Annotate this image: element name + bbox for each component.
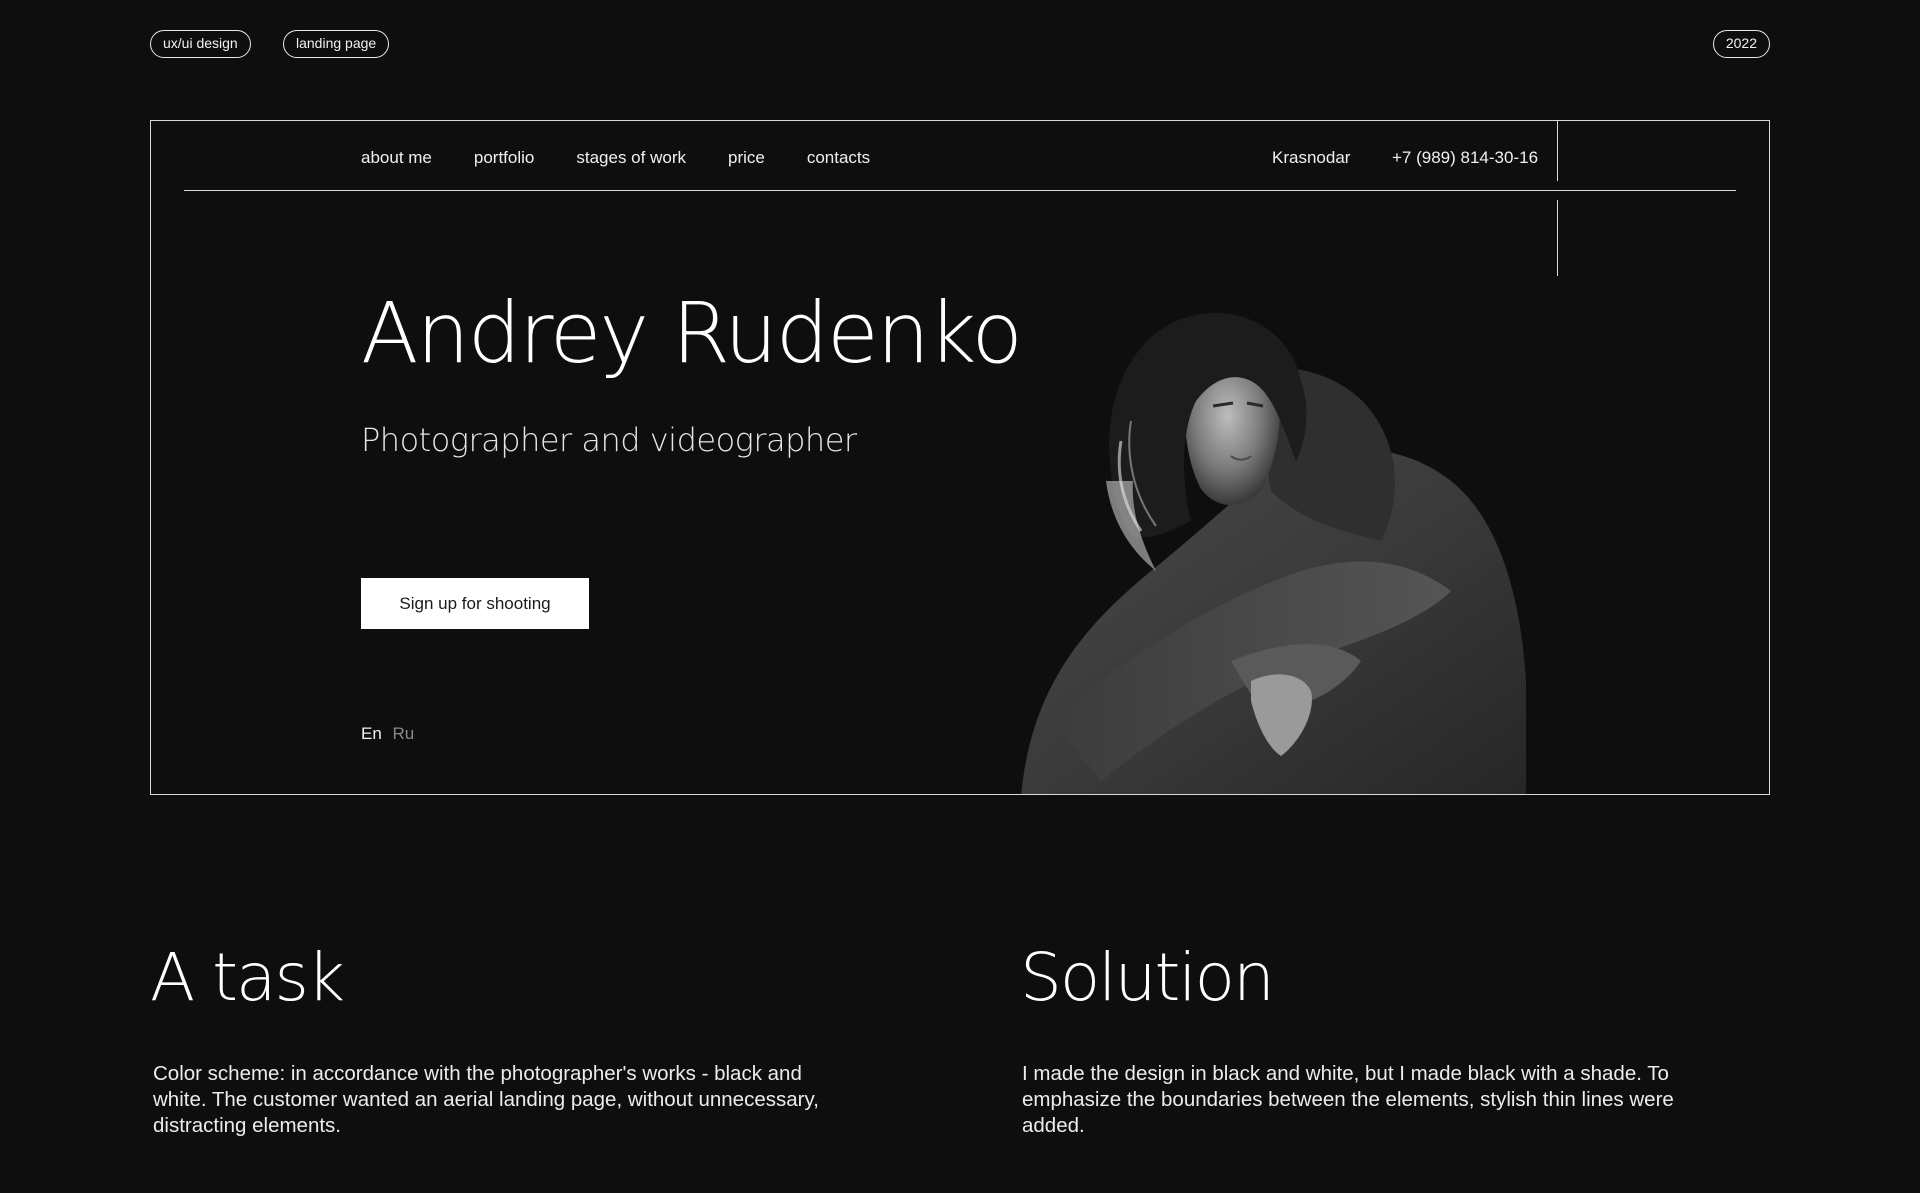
nav-item-price[interactable]: price — [728, 146, 765, 170]
lang-en-option[interactable]: En — [361, 724, 382, 743]
language-switcher: En Ru — [361, 724, 414, 744]
solution-text: I made the design in black and white, bu… — [1022, 1062, 1674, 1137]
page: ux/ui design landing page 2022 about me … — [0, 0, 1920, 1193]
nav-item-portfolio[interactable]: portfolio — [474, 146, 534, 170]
tag-type: landing page — [283, 30, 390, 58]
tag-year: 2022 — [1712, 30, 1770, 58]
nav-item-about-me[interactable]: about me — [361, 146, 432, 170]
task-title: A task — [150, 939, 345, 1016]
solution-title: Solution — [1020, 939, 1275, 1016]
task-text: Color scheme: in accordance with the pho… — [153, 1062, 819, 1137]
nav-item-contacts[interactable]: contacts — [807, 146, 870, 170]
city-label: Krasnodar — [1272, 148, 1351, 167]
phone-link[interactable]: +7 (989) 814-30-16 — [1392, 146, 1538, 170]
tag-category: ux/ui design — [150, 30, 251, 58]
nav-item-stages-of-work[interactable]: stages of work — [576, 146, 686, 170]
divider-line — [184, 190, 1582, 191]
hero-subtitle: Photographer and videographer — [361, 421, 857, 459]
lang-ru-option[interactable]: Ru — [393, 724, 415, 743]
hero-name: Andrey Rudenko — [361, 284, 1023, 382]
sign-up-button[interactable]: Sign up for shooting — [361, 578, 589, 629]
main-nav: about me portfolio stages of work price … — [361, 146, 912, 170]
divider-line-right — [1567, 190, 1736, 191]
divider-vertical-top — [1557, 121, 1558, 181]
hero-frame: about me portfolio stages of work price … — [150, 120, 1770, 795]
portrait-photo — [1021, 312, 1526, 794]
